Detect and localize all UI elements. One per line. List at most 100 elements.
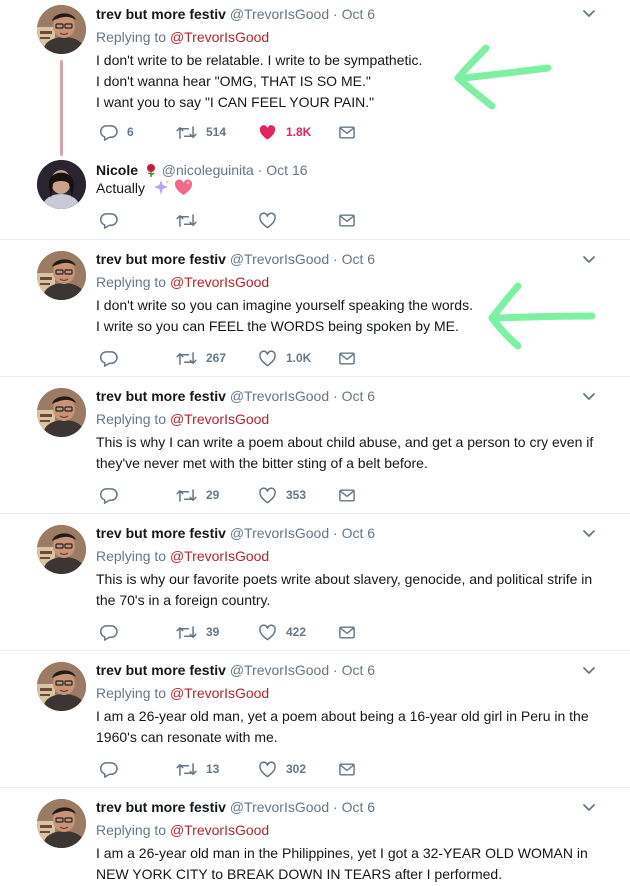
user-handle[interactable]: @TrevorIsGood xyxy=(230,388,329,404)
avatar[interactable] xyxy=(37,251,86,300)
reply-button[interactable] xyxy=(99,622,118,642)
tweet-text-line: NEW YORK CITY to BREAK DOWN IN TEARS aft… xyxy=(96,866,503,882)
dm-icon xyxy=(339,763,355,776)
reply-button[interactable] xyxy=(99,759,118,779)
retweet-icon xyxy=(176,125,197,140)
like-button[interactable]: 1.8K xyxy=(258,122,311,142)
retweet-button[interactable]: 514 xyxy=(176,122,226,142)
retweet-button[interactable] xyxy=(176,210,197,230)
avatar[interactable] xyxy=(37,662,86,711)
like-icon xyxy=(258,624,277,641)
tweet-header: trev but more festiv @TrevorIsGood · Oct… xyxy=(96,387,375,405)
reply-button[interactable] xyxy=(99,348,118,368)
chevron-down-icon[interactable] xyxy=(582,529,596,539)
chevron-down-icon[interactable] xyxy=(582,803,596,813)
like-button[interactable]: 422 xyxy=(258,622,306,642)
separator-dot: · xyxy=(333,251,338,267)
dm-button[interactable] xyxy=(339,348,355,368)
mention-link[interactable]: @TrevorIsGood xyxy=(170,411,269,427)
retweet-button[interactable]: 13 xyxy=(176,759,219,779)
like-icon xyxy=(258,761,277,778)
dm-button[interactable] xyxy=(339,622,355,642)
like-count: 1.0K xyxy=(286,351,312,365)
display-name[interactable]: trev but more festiv xyxy=(96,251,226,267)
user-handle[interactable]: @nicoleguinita xyxy=(162,162,254,178)
timestamp[interactable]: Oct 6 xyxy=(342,799,375,815)
tweet-6[interactable]: trev but more festiv @TrevorIsGood · Oct… xyxy=(0,651,630,788)
mention-link[interactable]: @TrevorIsGood xyxy=(170,274,269,290)
timestamp[interactable]: Oct 6 xyxy=(342,525,375,541)
reply-icon xyxy=(99,350,118,367)
dm-icon xyxy=(339,352,355,365)
tweet-2[interactable]: Nicole @nicoleguinita · Oct 16 Actually xyxy=(0,150,630,240)
retweet-button[interactable]: 29 xyxy=(176,485,219,505)
like-button[interactable]: 1.0K xyxy=(258,348,311,368)
annotation-arrow xyxy=(454,44,552,110)
like-icon xyxy=(258,487,277,504)
user-handle[interactable]: @TrevorIsGood xyxy=(230,251,329,267)
tweet-7[interactable]: trev but more festiv @TrevorIsGood · Oct… xyxy=(0,788,630,886)
dm-button[interactable] xyxy=(339,485,355,505)
user-handle[interactable]: @TrevorIsGood xyxy=(230,799,329,815)
dm-button[interactable] xyxy=(339,759,355,779)
timestamp[interactable]: Oct 6 xyxy=(342,251,375,267)
mention-link[interactable]: @TrevorIsGood xyxy=(170,29,269,45)
display-name[interactable]: trev but more festiv xyxy=(96,6,226,22)
chevron-down-icon[interactable] xyxy=(582,255,596,265)
chevron-down-icon[interactable] xyxy=(582,392,596,402)
display-name[interactable]: Nicole xyxy=(96,162,138,178)
tweet-header: trev but more festiv @TrevorIsGood · Oct… xyxy=(96,798,375,816)
user-handle[interactable]: @TrevorIsGood xyxy=(230,662,329,678)
tweet-text-line: I am a 26-year old man in the Philippine… xyxy=(96,845,588,861)
dm-button[interactable] xyxy=(339,210,355,230)
retweet-count: 29 xyxy=(206,488,220,502)
reply-button[interactable] xyxy=(99,485,118,505)
retweet-icon xyxy=(176,488,197,503)
mention-link[interactable]: @TrevorIsGood xyxy=(170,822,269,838)
chevron-down-icon[interactable] xyxy=(582,9,596,19)
tweet-5[interactable]: trev but more festiv @TrevorIsGood · Oct… xyxy=(0,514,630,651)
display-name[interactable]: trev but more festiv xyxy=(96,525,226,541)
avatar[interactable] xyxy=(37,160,86,209)
display-name[interactable]: trev but more festiv xyxy=(96,388,226,404)
like-count: 1.8K xyxy=(286,125,312,139)
timestamp[interactable]: Oct 6 xyxy=(342,662,375,678)
timestamp[interactable]: Oct 16 xyxy=(266,162,307,178)
reply-button[interactable] xyxy=(99,210,118,230)
avatar[interactable] xyxy=(37,799,86,848)
like-count: 353 xyxy=(286,488,307,502)
mention-link[interactable]: @TrevorIsGood xyxy=(170,685,269,701)
reply-button[interactable]: 6 xyxy=(99,122,134,142)
replying-to: Replying to @TrevorIsGood xyxy=(96,410,269,428)
dm-button[interactable] xyxy=(339,122,355,142)
display-name[interactable]: trev but more festiv xyxy=(96,662,226,678)
replying-to: Replying to @TrevorIsGood xyxy=(96,821,269,839)
like-button[interactable]: 302 xyxy=(258,759,306,779)
like-button[interactable]: 353 xyxy=(258,485,306,505)
retweet-button[interactable]: 267 xyxy=(176,348,226,368)
user-handle[interactable]: @TrevorIsGood xyxy=(230,6,329,22)
timestamp[interactable]: Oct 6 xyxy=(342,388,375,404)
retweet-count: 514 xyxy=(206,125,227,139)
replying-to-label: Replying to xyxy=(96,822,167,838)
tweet-text: This is why our favorite poets write abo… xyxy=(96,569,616,611)
avatar[interactable] xyxy=(37,388,86,437)
replying-to-label: Replying to xyxy=(96,274,167,290)
retweet-button[interactable]: 39 xyxy=(176,622,219,642)
avatar[interactable] xyxy=(37,5,86,54)
tweet-4[interactable]: trev but more festiv @TrevorIsGood · Oct… xyxy=(0,377,630,514)
retweet-icon xyxy=(176,625,197,640)
tweet-header: trev but more festiv @TrevorIsGood · Oct… xyxy=(96,5,375,23)
user-handle[interactable]: @TrevorIsGood xyxy=(230,525,329,541)
mention-link[interactable]: @TrevorIsGood xyxy=(170,548,269,564)
retweet-icon xyxy=(176,762,197,777)
display-name[interactable]: trev but more festiv xyxy=(96,799,226,815)
reply-icon xyxy=(99,761,118,778)
replying-to: Replying to @TrevorIsGood xyxy=(96,273,269,291)
replying-to: Replying to @TrevorIsGood xyxy=(96,547,269,565)
avatar[interactable] xyxy=(37,525,86,574)
tweet-text-line: Actually xyxy=(96,178,616,199)
chevron-down-icon[interactable] xyxy=(582,666,596,676)
timestamp[interactable]: Oct 6 xyxy=(342,6,375,22)
like-button[interactable] xyxy=(258,210,277,230)
